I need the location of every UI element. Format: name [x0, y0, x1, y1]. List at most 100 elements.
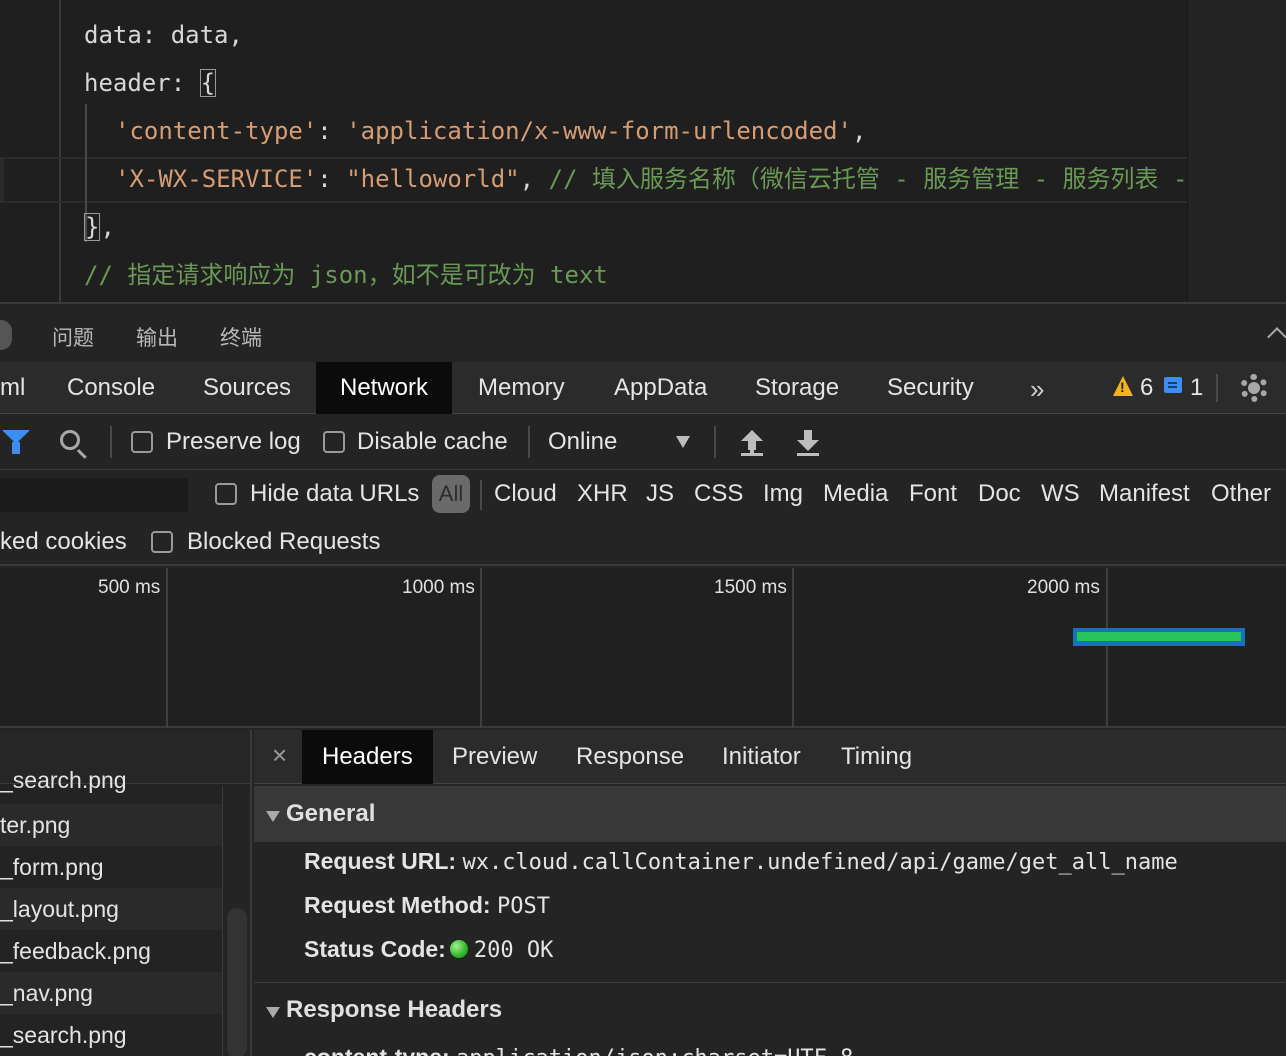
- hide-data-urls-label[interactable]: Hide data URLs: [250, 480, 419, 508]
- tab-appdata[interactable]: AppData: [590, 362, 731, 414]
- type-filter-manifest[interactable]: Manifest: [1099, 480, 1190, 508]
- header-key: Status Code:: [304, 936, 446, 962]
- matched-brace: }: [84, 213, 101, 241]
- status-code-row: Status Code: 200 OK: [304, 936, 553, 963]
- type-filter-font[interactable]: Font: [909, 480, 957, 508]
- code-line-content-type[interactable]: 'content-type': 'application/x-www-form-…: [115, 116, 866, 146]
- code-string: "helloworld": [346, 165, 520, 193]
- type-filter-cloud[interactable]: Cloud: [494, 480, 557, 508]
- code-line-wx-service[interactable]: 'X-WX-SERVICE': "helloworld", // 填入服务名称（…: [115, 164, 1187, 194]
- status-ok-icon: [449, 940, 468, 958]
- gear-icon[interactable]: [1240, 374, 1268, 402]
- tab-network[interactable]: Network: [316, 362, 453, 414]
- list-item[interactable]: _feedback.png: [0, 930, 222, 972]
- list-item[interactable]: _layout.png: [0, 888, 222, 930]
- tab-timing[interactable]: Timing: [821, 730, 932, 784]
- tab-storage[interactable]: Storage: [731, 362, 863, 414]
- code-text: ,: [519, 165, 549, 193]
- code-text: :: [317, 165, 347, 193]
- disable-cache-checkbox[interactable]: [323, 431, 345, 453]
- drawer-tab-problems[interactable]: 问题: [52, 322, 94, 352]
- drawer-tab-output[interactable]: 输出: [136, 322, 178, 352]
- code-string: 'content-type': [115, 117, 318, 145]
- type-filter-doc[interactable]: Doc: [978, 480, 1021, 508]
- network-overview-timeline[interactable]: 500 ms 1000 ms 1500 ms 2000 ms: [0, 568, 1286, 728]
- timeline-tick-label: 2000 ms: [1027, 577, 1100, 598]
- tab-response[interactable]: Response: [556, 730, 704, 784]
- header-key: content-type:: [304, 1044, 450, 1056]
- type-filter-ws[interactable]: WS: [1041, 480, 1080, 508]
- timeline-tick-label: 1000 ms: [402, 577, 475, 598]
- divider: [480, 480, 482, 510]
- code-line-comment[interactable]: // 指定请求响应为 json，如不是可改为 text: [84, 260, 608, 290]
- editor-gutter-divider: [59, 0, 61, 302]
- type-filter-css[interactable]: CSS: [694, 480, 743, 508]
- export-har-icon[interactable]: [797, 430, 819, 456]
- filter-row: Hide data URLs All Cloud XHR JS CSS Img …: [0, 470, 1286, 518]
- type-filter-other[interactable]: Other: [1211, 480, 1271, 508]
- tab-initiator[interactable]: Initiator: [702, 730, 821, 784]
- tab-preview[interactable]: Preview: [432, 730, 557, 784]
- tab-console[interactable]: Console: [43, 362, 179, 414]
- code-line-header[interactable]: header: {: [84, 68, 217, 98]
- throttling-select[interactable]: Online: [548, 428, 617, 456]
- divider: [528, 426, 530, 458]
- type-filter-xhr[interactable]: XHR: [577, 480, 628, 508]
- blocked-filter-row: ked cookies Blocked Requests: [0, 518, 1286, 566]
- code-text: :: [317, 117, 347, 145]
- header-value: 200 OK: [473, 938, 554, 963]
- code-line-brace-close[interactable]: },: [84, 212, 115, 242]
- tab-headers[interactable]: Headers: [302, 730, 433, 784]
- search-icon[interactable]: [60, 430, 80, 450]
- preserve-log-label[interactable]: Preserve log: [166, 428, 301, 456]
- list-item[interactable]: _form.png: [0, 846, 222, 888]
- message-count[interactable]: 1: [1190, 374, 1203, 402]
- type-filter-all[interactable]: All: [432, 475, 470, 513]
- list-item[interactable]: _search.png: [0, 770, 222, 796]
- list-item[interactable]: _nav.png: [0, 972, 222, 1014]
- code-string: 'X-WX-SERVICE': [115, 165, 318, 193]
- code-editor[interactable]: data: data, header: { 'content-type': 'a…: [0, 0, 1286, 302]
- response-header-row: content-type: application/json;charset=U…: [304, 1044, 853, 1056]
- message-icon[interactable]: [1164, 377, 1182, 393]
- header-key: Request Method:: [304, 892, 491, 918]
- tab-memory[interactable]: Memory: [454, 362, 589, 414]
- scrollbar-thumb[interactable]: [227, 908, 247, 1056]
- type-filter-js[interactable]: JS: [646, 480, 674, 508]
- tab-security[interactable]: Security: [863, 362, 998, 414]
- editor-minimap[interactable]: [1187, 0, 1286, 302]
- chevron-down-icon[interactable]: [676, 436, 690, 448]
- type-filter-img[interactable]: Img: [763, 480, 803, 508]
- list-item[interactable]: _search.png: [0, 1014, 222, 1056]
- filter-input[interactable]: [0, 478, 188, 512]
- import-har-icon[interactable]: [741, 430, 763, 456]
- more-tabs-chevron-icon[interactable]: »: [1030, 374, 1044, 405]
- warning-icon[interactable]: [1113, 376, 1133, 396]
- preserve-log-checkbox[interactable]: [131, 431, 153, 453]
- blocked-requests-label[interactable]: Blocked Requests: [187, 528, 380, 556]
- header-value: POST: [496, 894, 550, 919]
- list-item[interactable]: ter.png: [0, 804, 222, 846]
- blocked-requests-checkbox[interactable]: [151, 531, 173, 553]
- code-line-data[interactable]: data: data,: [84, 20, 243, 50]
- disable-cache-label[interactable]: Disable cache: [357, 428, 508, 456]
- close-icon[interactable]: ×: [272, 740, 287, 771]
- timeline-gridline: [1106, 568, 1108, 728]
- header-value: wx.cloud.callContainer.undefined/api/gam…: [462, 850, 1178, 875]
- request-detail-tabs: × Headers Preview Response Initiator Tim…: [254, 730, 1286, 784]
- scrollbar[interactable]: [222, 786, 250, 1056]
- section-general[interactable]: General: [254, 786, 1286, 842]
- drawer-tab-terminal[interactable]: 终端: [220, 322, 262, 352]
- chevron-up-icon[interactable]: [1267, 327, 1286, 347]
- blocked-cookies-label[interactable]: ked cookies: [0, 528, 127, 556]
- drawer-toggle-icon[interactable]: [0, 320, 12, 350]
- tab-wxml[interactable]: ml: [0, 362, 49, 414]
- request-timing-bar[interactable]: [1073, 628, 1245, 646]
- warning-count[interactable]: 6: [1140, 374, 1153, 402]
- hide-data-urls-checkbox[interactable]: [215, 483, 237, 505]
- type-filter-media[interactable]: Media: [823, 480, 888, 508]
- filter-icon[interactable]: [2, 430, 30, 454]
- section-response-headers[interactable]: Response Headers: [254, 982, 1286, 1038]
- network-toolbar: Preserve log Disable cache Online: [0, 414, 1286, 470]
- tab-sources[interactable]: Sources: [179, 362, 315, 414]
